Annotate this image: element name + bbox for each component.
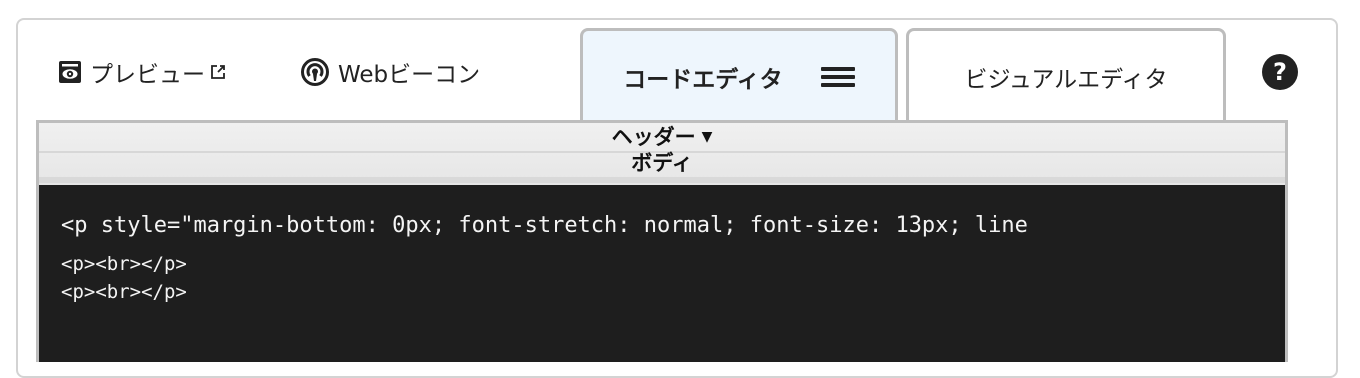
body-section-label: ボディ (631, 151, 693, 175)
eye-icon (58, 60, 82, 84)
header-section-toggle[interactable]: ヘッダー ▼ (39, 125, 1285, 149)
code-editor-frame: ヘッダー ▼ ボディ <p style="margin-bottom: 0px; … (36, 120, 1288, 362)
preview-link[interactable]: プレビュー (58, 52, 227, 92)
code-line: <p style="margin-bottom: 0px; font-stret… (61, 213, 1028, 238)
tab-code-editor-label: コードエディタ (623, 66, 783, 93)
tab-visual-editor[interactable]: ビジュアルエディタ (906, 28, 1226, 122)
caret-down-icon: ▼ (701, 129, 713, 145)
code-textarea[interactable]: <p style="margin-bottom: 0px; font-stret… (39, 185, 1285, 362)
code-line: <p><br></p> (61, 253, 187, 275)
tab-code-editor[interactable]: コードエディタ (580, 28, 898, 122)
webbeacon-label: Webビーコン (338, 62, 481, 88)
code-line: <p><br></p> (61, 281, 187, 303)
help-icon[interactable]: ? (1262, 54, 1298, 90)
header-section-label: ヘッダー (611, 125, 696, 149)
hamburger-menu-icon[interactable] (820, 66, 855, 87)
section-bar: ヘッダー ▼ ボディ (39, 123, 1285, 188)
preview-label: プレビュー (90, 62, 205, 88)
external-link-icon (209, 63, 227, 81)
webbeacon-link[interactable]: Webビーコン (300, 52, 480, 92)
beacon-icon (300, 57, 330, 87)
tab-visual-editor-label: ビジュアルエディタ (964, 66, 1168, 93)
